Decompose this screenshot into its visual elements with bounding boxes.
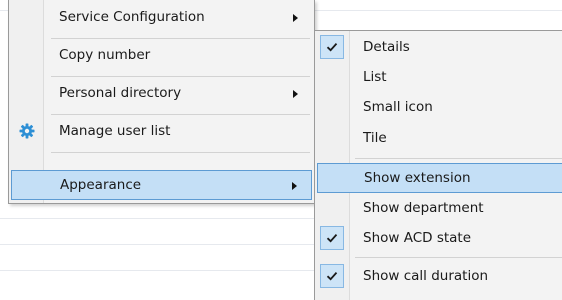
menu-item-show-department[interactable]: Show department — [317, 195, 562, 223]
submenu-arrow-icon — [292, 182, 297, 190]
menu-item-label: Appearance — [60, 177, 142, 193]
submenu-arrow-icon — [293, 90, 298, 98]
menu-item-label: Show department — [363, 200, 484, 216]
menu-item-show-call-duration[interactable]: Show call duration — [317, 263, 562, 291]
menu-separator — [51, 38, 310, 39]
appearance-submenu: Details List Small icon Tile Show extens… — [314, 30, 562, 300]
menu-item-tile[interactable]: Tile — [317, 125, 562, 153]
checkmark-icon — [320, 226, 344, 250]
menu-item-label: Personal directory — [59, 85, 182, 101]
menu-separator — [355, 257, 562, 258]
menu-item-copy-number[interactable]: Copy number — [11, 42, 312, 70]
menu-item-details[interactable]: Details — [317, 34, 562, 62]
menu-item-service-configuration[interactable]: Service Configuration — [11, 4, 312, 32]
menu-item-label: Show call duration — [363, 268, 489, 284]
gear-icon — [19, 123, 35, 143]
menu-item-label: Manage user list — [59, 123, 171, 139]
menu-item-label: Service Configuration — [59, 9, 205, 25]
menu-separator — [51, 152, 310, 153]
menu-item-show-extension[interactable]: Show extension — [317, 163, 562, 193]
menu-item-label: Copy number — [59, 47, 151, 63]
menu-item-label: Details — [363, 39, 410, 55]
menu-item-show-acd-state[interactable]: Show ACD state — [317, 225, 562, 253]
menu-item-appearance[interactable]: Appearance — [11, 170, 312, 200]
menu-item-label: Small icon — [363, 99, 433, 115]
menu-item-small-icon[interactable]: Small icon — [317, 94, 562, 122]
menu-item-label: Show ACD state — [363, 230, 472, 246]
menu-item-list[interactable]: List — [317, 64, 562, 92]
checkmark-icon — [320, 264, 344, 288]
menu-item-personal-directory[interactable]: Personal directory — [11, 80, 312, 108]
menu-item-manage-user-list[interactable]: Manage user list — [11, 118, 312, 146]
menu-item-label: Show extension — [364, 170, 471, 186]
menu-separator — [355, 158, 562, 159]
menu-separator — [51, 114, 310, 115]
menu-separator — [51, 76, 310, 77]
submenu-arrow-icon — [293, 14, 298, 22]
menu-item-label: Tile — [363, 130, 387, 146]
context-menu: Service Configuration Copy number Person… — [8, 0, 315, 204]
checkmark-icon — [320, 35, 344, 59]
menu-item-label: List — [363, 69, 387, 85]
